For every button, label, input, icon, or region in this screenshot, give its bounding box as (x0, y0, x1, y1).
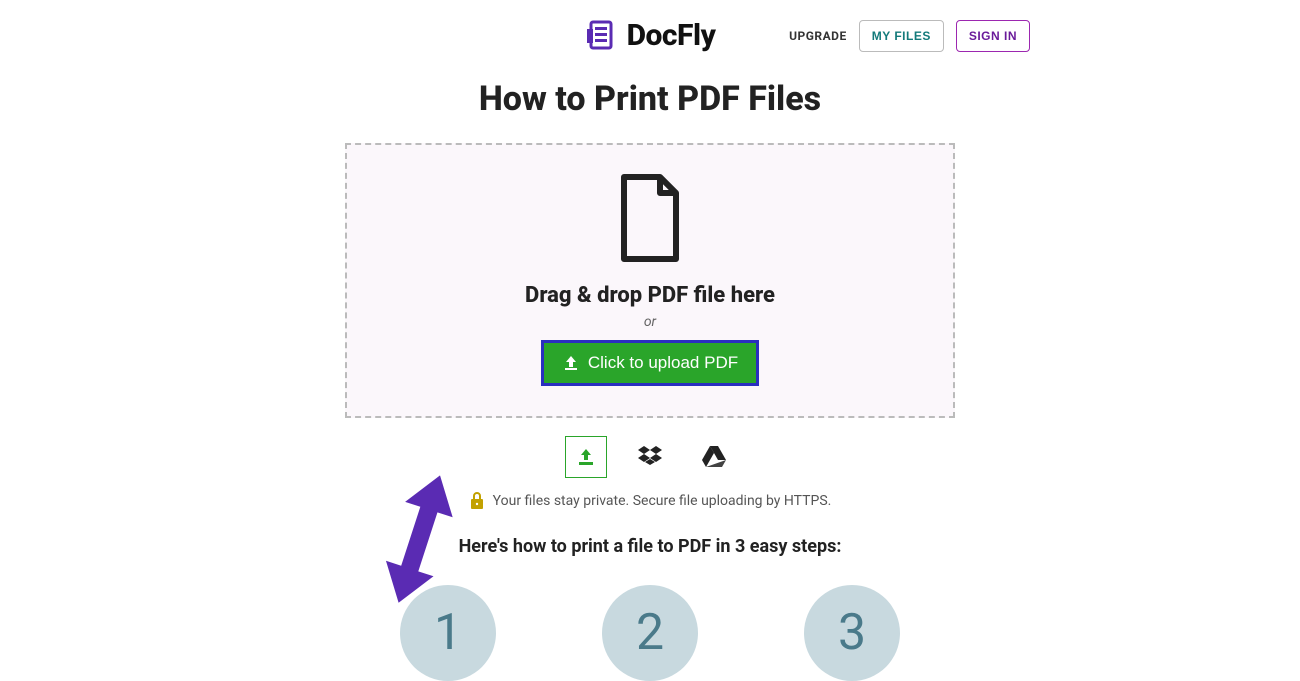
lock-icon (469, 492, 485, 510)
upload-icon (562, 354, 580, 372)
upgrade-link[interactable]: UPGRADE (789, 29, 847, 43)
dropzone[interactable]: Drag & drop PDF file here or Click to up… (345, 143, 955, 418)
sign-in-button[interactable]: SIGN IN (956, 20, 1030, 52)
drop-title: Drag & drop PDF file here (367, 283, 933, 308)
source-dropbox[interactable] (629, 436, 671, 478)
steps-heading: Here's how to print a file to PDF in 3 e… (0, 536, 1300, 557)
upload-button-label: Click to upload PDF (588, 353, 738, 373)
upload-sources (0, 436, 1300, 478)
dropbox-icon (638, 446, 662, 468)
logo[interactable]: DocFly (585, 18, 716, 53)
source-google-drive[interactable] (693, 436, 735, 478)
upload-button[interactable]: Click to upload PDF (541, 340, 759, 386)
google-drive-icon (702, 446, 726, 468)
privacy-text: Your files stay private. Secure file upl… (493, 493, 832, 509)
upload-source-icon (575, 446, 597, 468)
logo-text: DocFly (627, 18, 716, 53)
steps-row: 1 2 3 (0, 585, 1300, 681)
header: DocFly UPGRADE MY FILES SIGN IN (0, 0, 1300, 61)
step-1-circle: 1 (400, 585, 496, 681)
my-files-button[interactable]: MY FILES (859, 20, 944, 52)
header-actions: UPGRADE MY FILES SIGN IN (789, 20, 1030, 52)
docfly-logo-icon (585, 19, 619, 53)
step-2-circle: 2 (602, 585, 698, 681)
drop-or: or (367, 314, 933, 330)
step-3-circle: 3 (804, 585, 900, 681)
file-icon (614, 173, 686, 265)
privacy-notice: Your files stay private. Secure file upl… (0, 492, 1300, 510)
page-title: How to Print PDF Files (0, 79, 1300, 119)
source-local-upload[interactable] (565, 436, 607, 478)
